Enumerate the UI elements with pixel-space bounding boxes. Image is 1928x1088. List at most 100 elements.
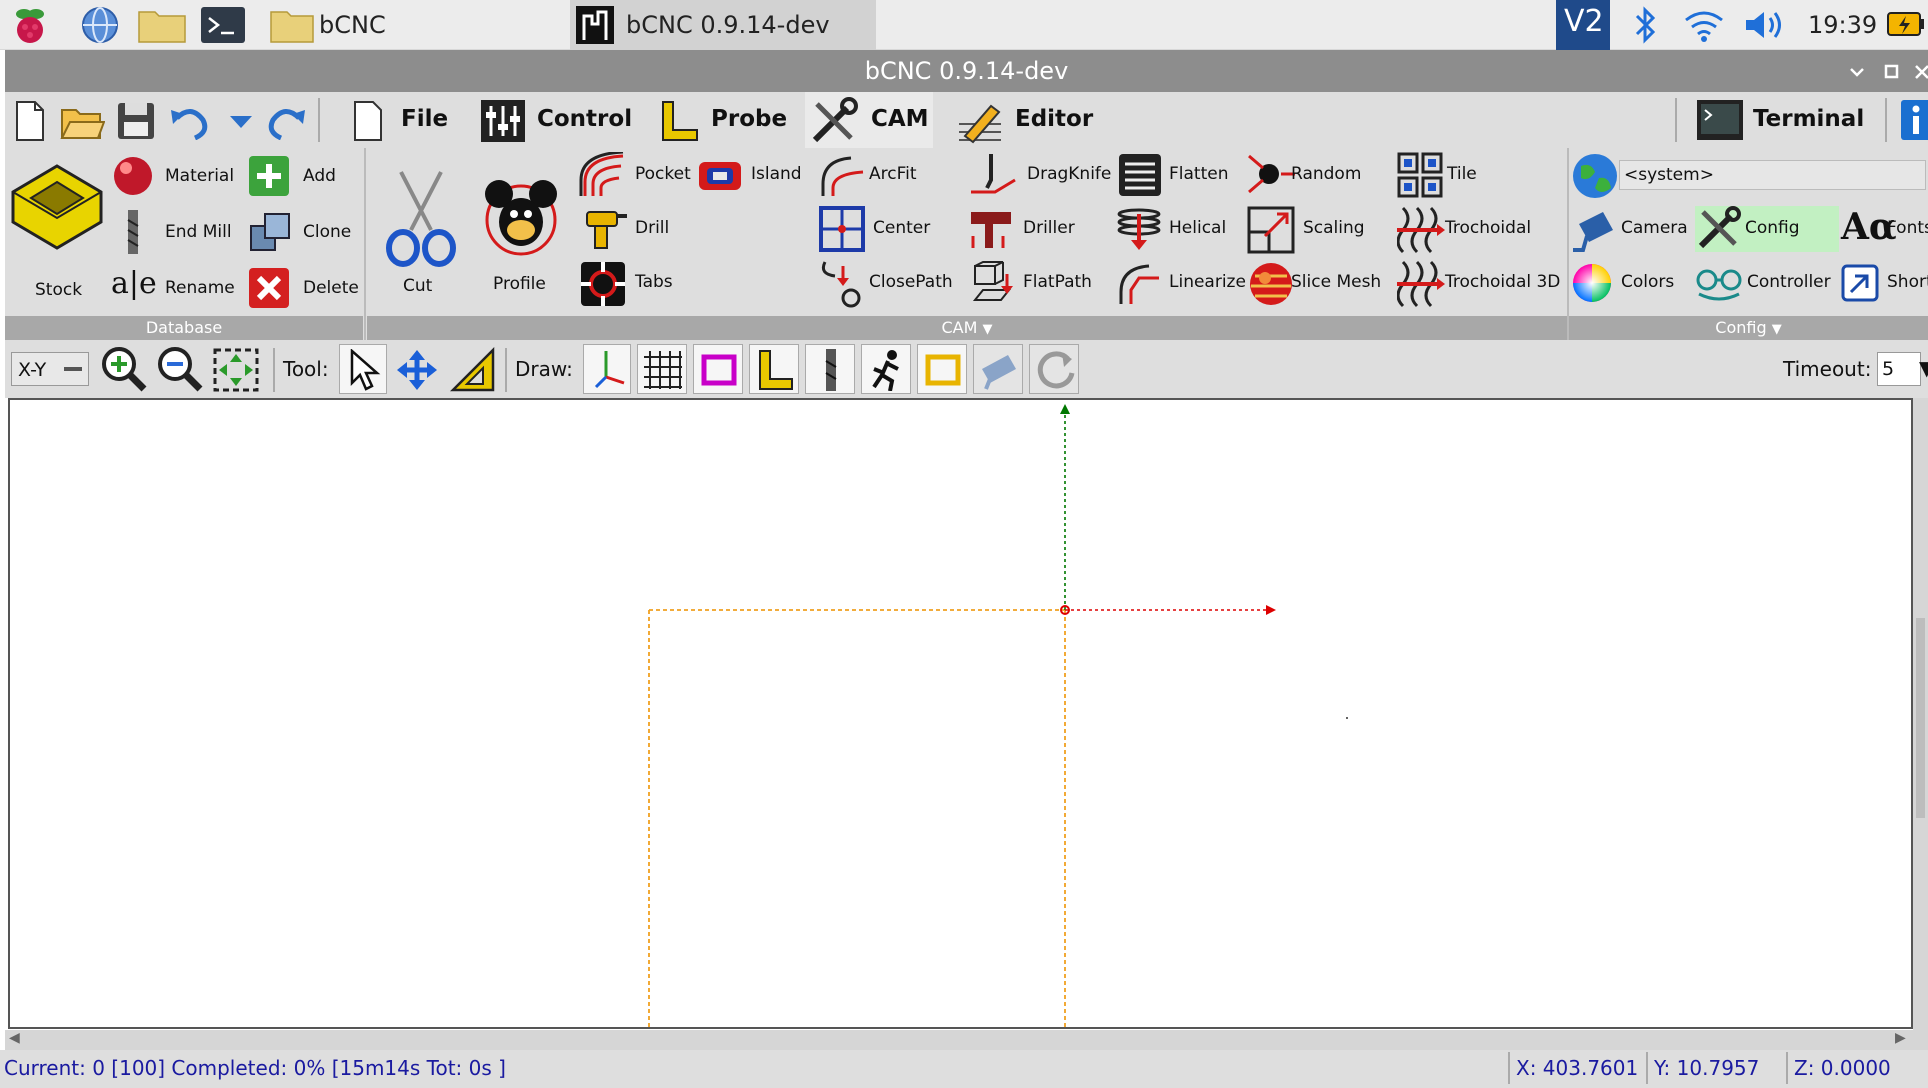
terminal-button[interactable]: Terminal: [1691, 92, 1875, 148]
center-button[interactable]: Center: [817, 206, 947, 252]
gcode-canvas[interactable]: [8, 398, 1913, 1029]
flatpath-button[interactable]: FlatPath: [967, 260, 1107, 306]
taskbar-app-bcnc-window[interactable]: bCNC 0.9.14-dev: [570, 0, 876, 50]
minimize-icon[interactable]: [1847, 62, 1867, 82]
y-coordinate: Y: 10.7957: [1646, 1052, 1786, 1084]
file-manager-icon[interactable]: [137, 6, 187, 44]
raspberry-menu-icon[interactable]: [10, 4, 50, 46]
redraw-button[interactable]: [1029, 344, 1079, 394]
browser-globe-icon[interactable]: [80, 5, 120, 45]
battery-charging-icon[interactable]: [1886, 8, 1926, 42]
scroll-left-icon[interactable]: ◀: [9, 1030, 20, 1046]
colors-button[interactable]: Colors: [1571, 260, 1693, 306]
pocket-button[interactable]: Pocket: [579, 152, 691, 198]
material-button[interactable]: Material: [111, 154, 241, 198]
flatten-button[interactable]: Flatten: [1115, 152, 1245, 198]
shortcuts-button[interactable]: Shortc: [1841, 260, 1928, 306]
info-icon[interactable]: [1901, 100, 1928, 140]
tabs-button[interactable]: Tabs: [579, 260, 689, 306]
system-row[interactable]: <system>: [1571, 152, 1926, 198]
maximize-icon[interactable]: [1882, 62, 1902, 82]
zoom-in-icon[interactable]: [99, 344, 149, 394]
undo-history-dropdown-icon[interactable]: [228, 114, 254, 130]
timeout-input[interactable]: 5: [1877, 352, 1921, 386]
endmill-icon: [825, 349, 837, 391]
draw-probe-toggle[interactable]: [749, 344, 799, 394]
closepath-button[interactable]: ClosePath: [817, 260, 967, 308]
draw-paths-toggle[interactable]: [917, 344, 967, 394]
island-button[interactable]: Island: [695, 152, 805, 198]
dragknife-button[interactable]: DragKnife: [967, 152, 1117, 198]
horizontal-scrollbar[interactable]: ◀ ▶: [5, 1030, 1928, 1050]
select-tool-button[interactable]: [339, 344, 387, 394]
random-button[interactable]: Random: [1247, 152, 1377, 198]
stock-button[interactable]: Stock: [7, 156, 107, 306]
ruler-tool-icon[interactable]: [449, 346, 497, 394]
taskbar-app-bcnc-folder[interactable]: bCNC: [265, 0, 565, 50]
wifi-icon[interactable]: [1682, 6, 1726, 44]
delete-button[interactable]: Delete: [249, 266, 359, 310]
draw-workarea-toggle[interactable]: [805, 344, 855, 394]
redo-icon[interactable]: [267, 102, 307, 140]
save-icon[interactable]: [115, 100, 157, 142]
vertical-scrollbar[interactable]: [1913, 398, 1928, 1030]
end-mill-button[interactable]: End Mill: [111, 210, 241, 254]
trochoidal-label: Trochoidal: [1445, 218, 1532, 238]
arcfit-button[interactable]: ArcFit: [817, 152, 947, 198]
timeout-dropdown-icon[interactable]: ▼: [1919, 356, 1928, 380]
config-button[interactable]: Config: [1695, 206, 1839, 252]
cam-group-bar[interactable]: CAM ▼: [367, 316, 1567, 340]
scaling-button[interactable]: Scaling: [1247, 206, 1387, 254]
add-button[interactable]: Add: [249, 154, 359, 198]
scroll-right-icon[interactable]: ▶: [1895, 1030, 1906, 1046]
drill-icon: [586, 211, 627, 249]
cut-button[interactable]: Cut: [375, 168, 465, 298]
draw-rapid-toggle[interactable]: [861, 344, 911, 394]
slice-mesh-button[interactable]: Slice Mesh: [1247, 260, 1397, 306]
linearize-button[interactable]: Linearize: [1115, 260, 1255, 306]
clock[interactable]: 19:39: [1808, 0, 1877, 50]
open-folder-icon[interactable]: [59, 100, 105, 142]
cut-label: Cut: [403, 276, 433, 296]
clone-icon: [250, 213, 290, 251]
config-group-chevron-down-icon: ▼: [1771, 322, 1782, 337]
linearize-label: Linearize: [1169, 272, 1246, 292]
profile-button[interactable]: Profile: [471, 168, 571, 298]
tab-control[interactable]: Control: [475, 92, 635, 148]
driller-button[interactable]: Driller: [967, 206, 1107, 252]
zoom-fit-icon[interactable]: [211, 346, 261, 394]
rename-button[interactable]: a|e Rename: [111, 266, 241, 310]
undo-icon[interactable]: [169, 102, 209, 140]
view-select[interactable]: X-Y: [11, 352, 89, 386]
terminal-launcher-icon[interactable]: [200, 6, 246, 44]
bluetooth-icon[interactable]: [1632, 6, 1658, 44]
config-group-bar[interactable]: Config ▼: [1569, 316, 1928, 340]
clone-button[interactable]: Clone: [249, 210, 359, 254]
draw-camera-toggle[interactable]: [973, 344, 1023, 394]
drill-button[interactable]: Drill: [579, 206, 689, 252]
tab-probe[interactable]: Probe: [653, 92, 791, 148]
helical-button[interactable]: Helical: [1115, 206, 1245, 252]
tile-button[interactable]: Tile: [1397, 152, 1527, 198]
draw-margin-toggle[interactable]: [693, 344, 743, 394]
zoom-out-icon[interactable]: [155, 344, 205, 394]
tab-editor[interactable]: Editor: [949, 92, 1099, 148]
trochoidal-3d-button[interactable]: Trochoidal 3D: [1397, 260, 1567, 308]
tab-cam[interactable]: CAM: [805, 92, 933, 148]
tab-file[interactable]: File: [345, 92, 455, 148]
draw-grid-toggle[interactable]: [637, 344, 687, 394]
system-field[interactable]: <system>: [1619, 160, 1926, 190]
controller-button[interactable]: Controller: [1695, 260, 1839, 306]
volume-icon[interactable]: [1742, 6, 1786, 44]
vertical-scroll-thumb[interactable]: [1916, 618, 1925, 818]
vnc-tray-icon[interactable]: V2: [1556, 0, 1610, 50]
fonts-button[interactable]: Aα Fonts: [1841, 206, 1928, 252]
close-icon[interactable]: [1912, 62, 1928, 82]
folder-icon: [270, 11, 314, 43]
timeout-label: Timeout:: [1783, 357, 1872, 381]
draw-axes-toggle[interactable]: [583, 344, 631, 394]
camera-button[interactable]: Camera: [1571, 206, 1693, 252]
move-tool-icon[interactable]: [393, 346, 441, 394]
trochoidal-button[interactable]: Trochoidal: [1397, 206, 1547, 254]
new-file-icon[interactable]: [11, 100, 49, 142]
